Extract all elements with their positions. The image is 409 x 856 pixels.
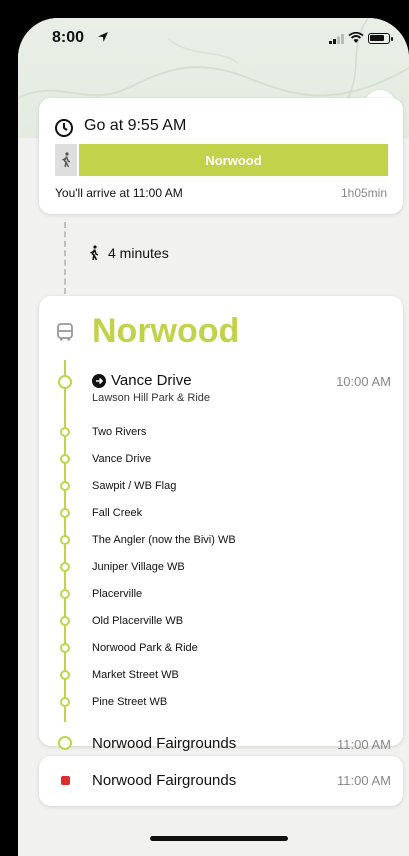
stop-node <box>60 616 70 626</box>
first-stop-time: 10:00 AM <box>336 374 391 389</box>
stop-node <box>58 736 72 750</box>
stop-item[interactable]: Placerville <box>92 588 142 600</box>
stop-node <box>60 454 70 464</box>
walking-icon <box>62 152 71 168</box>
destination-name: Norwood Fairgrounds <box>92 772 237 789</box>
destination-card[interactable]: Norwood Fairgrounds 11:00 AM <box>39 756 403 806</box>
device-frame: 8:00 ✕ Go at 9:55 AM Norwood You'll arri… <box>0 0 409 856</box>
cellular-signal-icon <box>329 34 344 44</box>
route-segment: Norwood <box>79 144 388 176</box>
stop-item[interactable]: Sawpit / WB Flag <box>92 480 176 492</box>
walk-duration: 4 minutes <box>108 245 169 261</box>
stop-node <box>60 535 70 545</box>
battery-icon <box>368 33 393 44</box>
stop-node <box>60 508 70 518</box>
stop-node <box>60 670 70 680</box>
home-indicator[interactable] <box>150 836 288 841</box>
bus-icon <box>57 323 73 341</box>
stop-node <box>60 427 70 437</box>
stop-item[interactable]: Vance Drive <box>92 453 151 465</box>
stop-item[interactable]: Two Rivers <box>92 426 146 438</box>
stop-item[interactable]: Old Placerville WB <box>92 615 183 627</box>
stop-node <box>60 589 70 599</box>
stop-item[interactable]: Fall Creek <box>92 507 142 519</box>
wifi-icon <box>348 32 364 43</box>
arrival-time: You'll arrive at 11:00 AM <box>55 186 183 200</box>
screen: 8:00 ✕ Go at 9:55 AM Norwood You'll arri… <box>18 18 409 856</box>
departure-time: Go at 9:55 AM <box>84 117 187 134</box>
destination-marker-icon <box>61 776 70 785</box>
route-name: Norwood <box>92 312 240 350</box>
walk-leg: 4 minutes <box>88 245 169 261</box>
arrow-right-circle-icon <box>92 373 106 388</box>
status-bar: 8:00 <box>18 18 409 62</box>
walk-connector <box>64 222 66 294</box>
last-stop-time: 11:00 AM <box>337 737 391 752</box>
route-card[interactable]: Norwood Vance Drive Lawson Hill Park & R… <box>39 296 403 752</box>
stop-node <box>60 562 70 572</box>
stop-node <box>60 697 70 707</box>
walk-segment <box>55 144 77 176</box>
stop-node <box>58 375 72 389</box>
location-arrow-icon <box>98 32 108 42</box>
last-stop-name[interactable]: Norwood Fairgrounds <box>92 735 236 752</box>
first-stop-subtitle: Lawson Hill Park & Ride <box>92 392 210 404</box>
stop-node <box>60 643 70 653</box>
stop-node <box>60 481 70 491</box>
stop-item[interactable]: Market Street WB <box>92 669 179 681</box>
stop-item[interactable]: Juniper Village WB <box>92 561 185 573</box>
stop-item[interactable]: Pine Street WB <box>92 696 167 708</box>
trip-summary-card[interactable]: Go at 9:55 AM Norwood You'll arrive at 1… <box>39 98 403 214</box>
stop-item[interactable]: The Angler (now the Bivi) WB <box>92 534 236 546</box>
destination-time: 11:00 AM <box>337 773 391 788</box>
stop-item[interactable]: Norwood Park & Ride <box>92 642 198 654</box>
walking-icon <box>90 245 99 261</box>
status-time: 8:00 <box>52 29 85 46</box>
clock-icon <box>55 119 73 137</box>
first-stop-label: Vance Drive <box>111 372 192 389</box>
first-stop-name[interactable]: Vance Drive <box>92 372 192 389</box>
trip-duration: 1h05min <box>340 186 387 200</box>
